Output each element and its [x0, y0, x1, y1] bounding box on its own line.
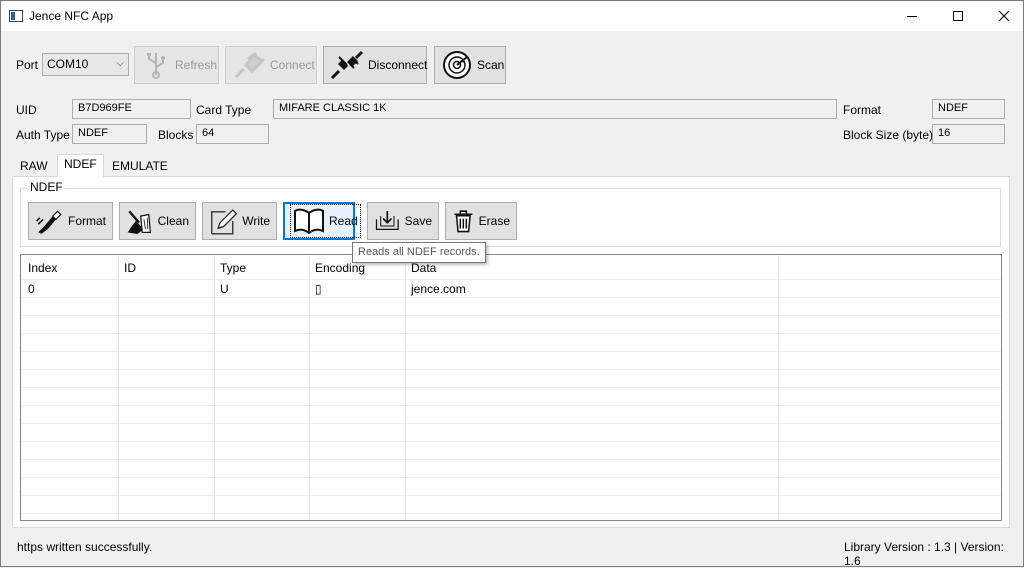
write-button-label: Write [242, 214, 270, 228]
port-select-value: COM10 [47, 57, 89, 71]
column-divider [214, 255, 215, 520]
row-divider [21, 351, 1001, 352]
row-divider [21, 423, 1001, 424]
row-divider [21, 405, 1001, 406]
close-button[interactable] [981, 1, 1024, 31]
pencil-icon [211, 209, 238, 235]
blocks-label: Blocks [158, 128, 194, 142]
column-header-type[interactable]: Type [220, 261, 246, 275]
format-button-label: Format [67, 214, 106, 228]
maximize-button[interactable] [935, 1, 981, 31]
disconnect-button-label: Disconnect [368, 58, 428, 72]
row-divider [21, 387, 1001, 388]
format-field: NDEF [932, 99, 1005, 119]
trash-icon [454, 210, 473, 233]
app-icon [9, 10, 23, 22]
column-divider [405, 255, 406, 520]
tab-raw[interactable]: RAW [13, 156, 55, 175]
column-divider [118, 255, 119, 520]
row-divider [21, 441, 1001, 442]
clean-button-label: Clean [157, 214, 189, 228]
app-window: Jence NFC App Port COM10 ⌵ Refresh Conne… [0, 0, 1024, 568]
auth-type-label: Auth Type [16, 128, 70, 142]
row-divider [21, 513, 1001, 514]
write-button[interactable]: Write [202, 202, 277, 240]
erase-button[interactable]: Erase [445, 202, 517, 240]
save-button[interactable]: Save [367, 202, 439, 240]
window-title: Jence NFC App [29, 9, 114, 23]
read-button-focus: Read [290, 204, 361, 238]
row-divider [21, 477, 1001, 478]
row-divider [21, 459, 1001, 460]
format-label: Format [843, 103, 882, 117]
connect-button[interactable]: Connect [225, 46, 317, 84]
broom-icon [127, 210, 152, 235]
column-header-data[interactable]: Data [411, 261, 436, 275]
chevron-down-icon: ⌵ [116, 58, 124, 69]
read-button[interactable]: Read [283, 202, 361, 240]
radar-icon [443, 51, 471, 79]
scan-button[interactable]: Scan [434, 46, 506, 84]
tab-ndef[interactable]: NDEF [57, 154, 104, 177]
row-divider [21, 333, 1001, 334]
auth-type-field: NDEF [72, 124, 147, 144]
paint-brush-icon [36, 210, 62, 234]
maximize-icon [953, 11, 963, 21]
refresh-button-label: Refresh [175, 58, 218, 72]
column-divider [778, 255, 779, 520]
column-header-id[interactable]: ID [124, 261, 136, 275]
port-select[interactable]: COM10 ⌵ [42, 53, 129, 76]
erase-button-label: Erase [478, 214, 510, 228]
format-button[interactable]: Format [28, 202, 113, 240]
unplug-icon [330, 50, 364, 80]
tab-emulate[interactable]: EMULATE [105, 156, 175, 175]
refresh-button[interactable]: Refresh [134, 46, 219, 84]
scan-button-label: Scan [477, 58, 505, 72]
read-tooltip: Reads all NDEF records. [352, 242, 486, 263]
cell-index[interactable]: 0 [28, 282, 35, 296]
plug-icon [234, 51, 266, 79]
ndef-records-table[interactable]: Index ID Type Encoding Data 0 U ▯ jence.… [20, 254, 1002, 521]
version-info: Library Version : 1.3 | Version: 1.6 [844, 540, 1004, 568]
save-button-label: Save [404, 214, 432, 228]
cell-encoding[interactable]: ▯ [315, 282, 322, 296]
card-type-label: Card Type [196, 103, 252, 117]
column-header-encoding[interactable]: Encoding [315, 261, 365, 275]
column-header-index[interactable]: Index [28, 261, 57, 275]
row-divider [21, 279, 1001, 280]
uid-label: UID [16, 103, 37, 117]
blocks-field: 64 [196, 124, 269, 144]
cell-type[interactable]: U [220, 282, 229, 296]
open-book-icon [294, 208, 324, 235]
close-icon [998, 10, 1010, 22]
uid-field: B7D969FE [72, 99, 191, 119]
column-divider [309, 255, 310, 520]
status-message: https written successfully. [17, 540, 153, 554]
connect-button-label: Connect [270, 58, 315, 72]
cell-data[interactable]: jence.com [411, 282, 466, 296]
usb-icon [147, 53, 165, 79]
row-divider [21, 297, 1001, 298]
ndef-group-title: NDEF [28, 180, 65, 194]
disconnect-button[interactable]: Disconnect [323, 46, 427, 84]
row-divider [21, 315, 1001, 316]
block-size-field: 16 [932, 124, 1005, 144]
minimize-icon [907, 15, 917, 17]
card-type-field: MIFARE CLASSIC 1K [273, 99, 837, 119]
row-divider [21, 495, 1001, 496]
save-tray-icon [375, 211, 399, 230]
row-divider [21, 369, 1001, 370]
title-bar: Jence NFC App [1, 1, 1023, 31]
read-button-label: Read [329, 214, 358, 228]
minimize-button[interactable] [889, 1, 935, 31]
port-label: Port [16, 58, 39, 72]
clean-button[interactable]: Clean [119, 202, 196, 240]
block-size-label: Block Size (byte) [843, 128, 934, 142]
